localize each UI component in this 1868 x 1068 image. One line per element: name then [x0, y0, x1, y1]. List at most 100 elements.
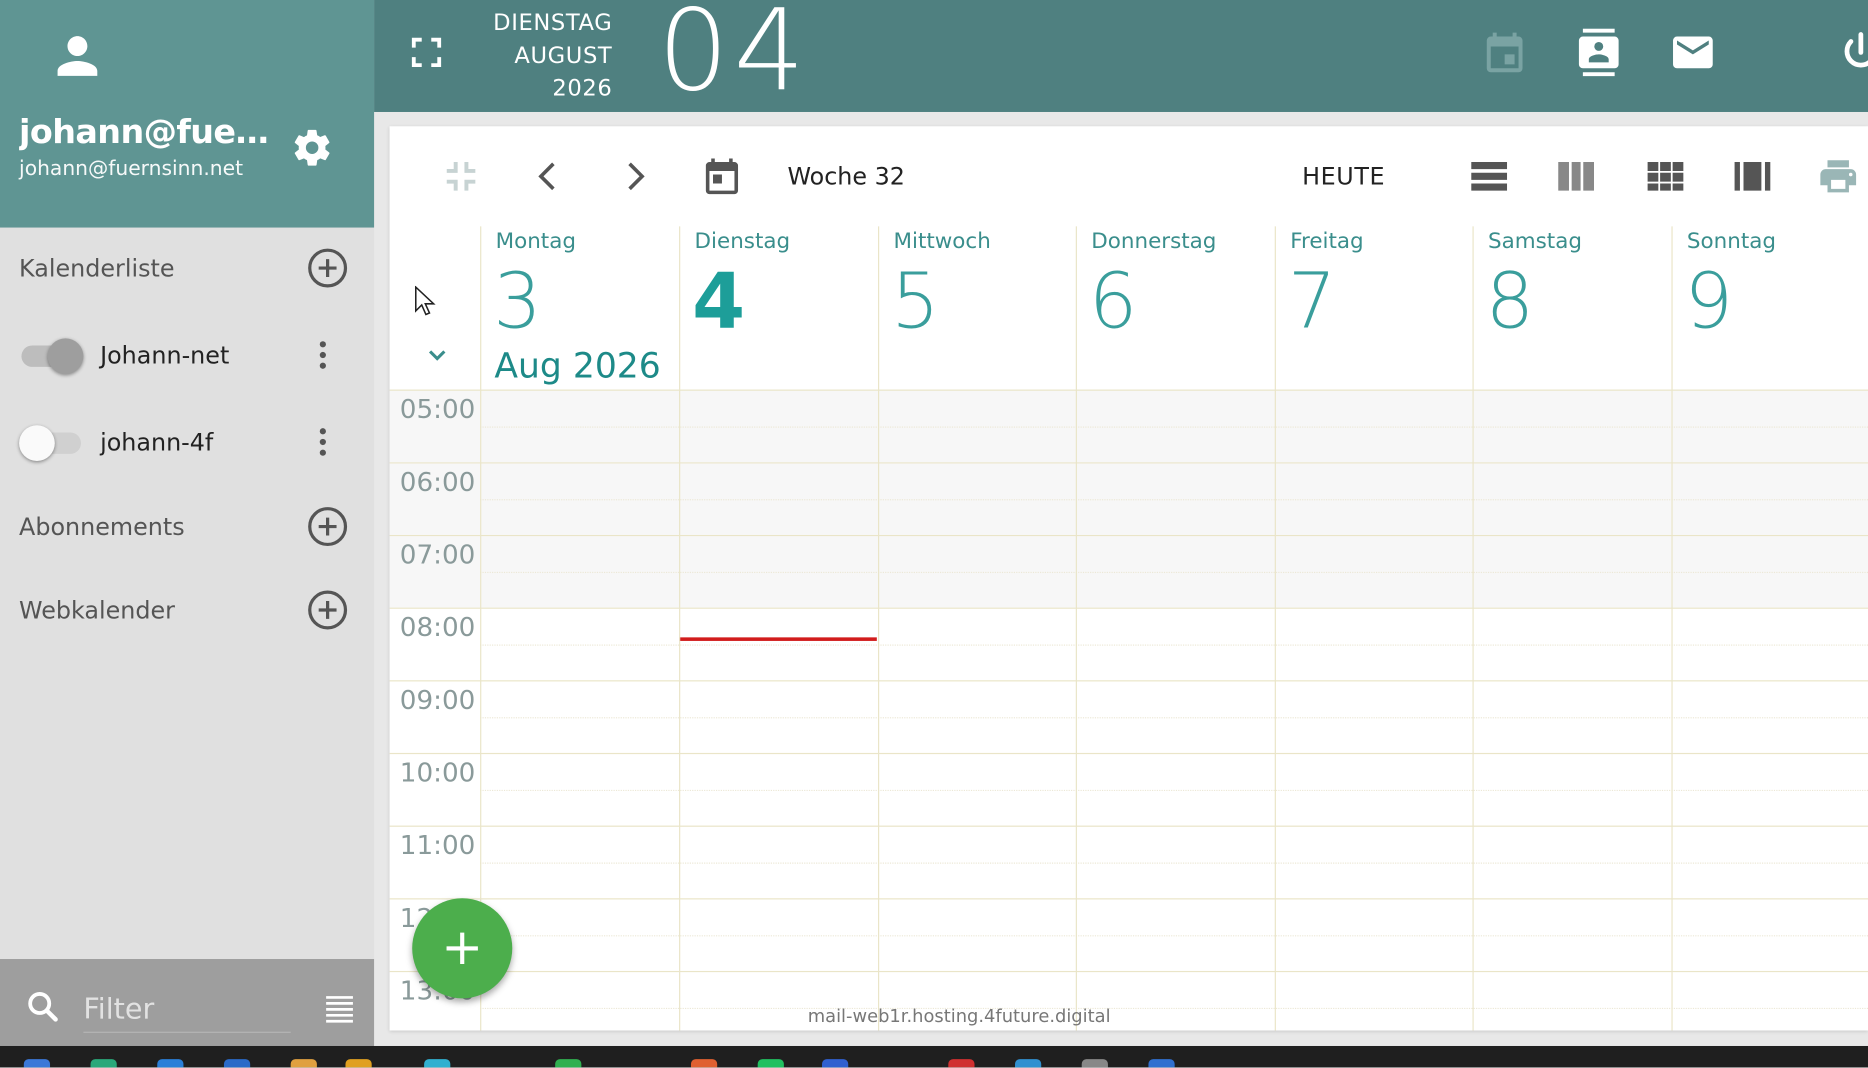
day-number: 6 — [1088, 258, 1138, 347]
taskbar-app-icon[interactable] — [555, 1059, 582, 1068]
day-column-line — [1075, 389, 1077, 1031]
power-icon[interactable] — [1837, 29, 1868, 77]
hour-row[interactable]: 09:00 — [389, 680, 1868, 753]
user-panel: johann@fuer... johann@fuernsinn.net — [0, 0, 375, 228]
current-day-number: 04 — [657, 0, 810, 117]
current-year: 2026 — [552, 75, 613, 102]
list-view-icon[interactable] — [1731, 155, 1774, 198]
taskbar-app-icon[interactable] — [345, 1059, 372, 1068]
taskbar-app-icon[interactable] — [1015, 1059, 1042, 1068]
taskbar — [0, 1045, 1868, 1068]
settings-gear-icon[interactable] — [291, 126, 334, 169]
taskbar-app-icon[interactable] — [822, 1059, 849, 1068]
next-week-icon[interactable] — [614, 155, 657, 198]
taskbar-app-icon[interactable] — [1081, 1059, 1108, 1068]
day-header-freitag[interactable]: Freitag 7 — [1274, 226, 1473, 390]
day-view-icon[interactable] — [1468, 155, 1511, 198]
user-avatar-icon[interactable] — [48, 26, 108, 86]
taskbar-app-icon[interactable] — [757, 1059, 784, 1068]
taskbar-app-icon[interactable] — [1148, 1059, 1175, 1068]
week-label: Woche 32 — [787, 162, 905, 191]
day-header-donnerstag[interactable]: Donnerstag 6 — [1075, 226, 1275, 390]
day-header-mittwoch[interactable]: Mittwoch 5 — [878, 226, 1076, 390]
top-bar: DIENSTAG AUGUST 2026 04 — [374, 0, 1868, 112]
calendar-icon[interactable] — [1481, 29, 1529, 77]
filter-input[interactable] — [83, 985, 291, 1033]
hour-label: 11:00 — [399, 831, 476, 862]
day-header-samstag[interactable]: Samstag 8 — [1472, 226, 1671, 390]
calendar-menu-icon[interactable] — [307, 334, 338, 377]
webcal-header: Webkalender — [0, 586, 374, 634]
day-header-sonntag[interactable]: Sonntag 9 — [1671, 226, 1868, 390]
print-icon[interactable] — [1817, 155, 1860, 198]
taskbar-app-icon[interactable] — [424, 1059, 451, 1068]
calendar-label: johann-4f — [100, 427, 214, 457]
month-view-icon[interactable] — [1644, 155, 1687, 198]
taskbar-app-icon[interactable] — [948, 1059, 975, 1068]
day-name: Samstag — [1487, 228, 1582, 254]
user-name: johann@fuer... — [19, 111, 276, 152]
day-number: 7 — [1287, 258, 1337, 347]
current-date-text: DIENSTAG AUGUST 2026 — [457, 7, 612, 105]
taskbar-app-icon[interactable] — [223, 1059, 251, 1068]
subscriptions-label: Abonnements — [19, 512, 185, 541]
contacts-icon[interactable] — [1575, 28, 1623, 77]
taskbar-app-icon[interactable] — [90, 1059, 117, 1068]
prev-week-icon[interactable] — [527, 155, 570, 198]
current-weekday: DIENSTAG — [493, 9, 613, 36]
mail-icon[interactable] — [1669, 29, 1717, 77]
taskbar-app-icon[interactable] — [157, 1059, 184, 1068]
calendar-toggle-johann-net[interactable] — [19, 337, 84, 375]
day-column-line — [1472, 389, 1474, 1031]
half-hour-line — [480, 789, 1868, 792]
week-view-icon[interactable] — [1555, 155, 1598, 198]
calendar-menu-icon[interactable] — [307, 421, 338, 464]
week-grid[interactable]: 13:0012:00 11:00 10:00 09:00 08:00 07:00 06:00… — [389, 389, 1868, 1031]
today-button[interactable]: HEUTE — [1302, 162, 1385, 191]
day-name: Sonntag — [1686, 228, 1777, 254]
day-header-dienstag[interactable]: Dienstag 4 — [679, 226, 878, 390]
day-name: Dienstag — [694, 228, 791, 254]
day-name: Freitag — [1290, 228, 1364, 254]
day-name: Donnerstag — [1091, 228, 1217, 254]
hour-label: 10:00 — [399, 758, 476, 789]
chevron-down-icon[interactable] — [421, 341, 454, 370]
fullscreen-icon[interactable] — [407, 33, 445, 71]
hour-row[interactable]: 13:00 — [389, 970, 1868, 1031]
calendar-toggle-johann-4f[interactable] — [19, 424, 83, 462]
calendar-item-johann-4f: johann-4f — [0, 418, 374, 466]
user-email: johann@fuernsinn.net — [19, 157, 244, 182]
day-column-line — [679, 389, 681, 1031]
hour-row[interactable]: 10:00 — [389, 752, 1868, 826]
hour-row[interactable]: 06:00 — [389, 462, 1868, 535]
day-number: 9 — [1684, 258, 1734, 347]
add-calendar-icon[interactable] — [306, 247, 349, 290]
day-number: 8 — [1485, 258, 1535, 347]
date-picker-icon[interactable] — [701, 155, 744, 198]
hour-row[interactable]: 08:00 — [389, 607, 1868, 681]
hour-label: 06:00 — [399, 468, 476, 498]
mouse-cursor-icon — [414, 285, 436, 316]
half-hour-line — [480, 571, 1868, 574]
taskbar-app-icon[interactable] — [690, 1059, 718, 1068]
hour-row[interactable]: 12:00 — [389, 898, 1868, 971]
taskbar-app-icon[interactable] — [290, 1059, 317, 1068]
add-subscription-icon[interactable] — [306, 505, 349, 548]
list-view-icon[interactable] — [322, 990, 358, 1026]
taskbar-app-icon[interactable] — [23, 1059, 51, 1068]
hour-row[interactable]: 07:00 — [389, 534, 1868, 608]
hour-row[interactable]: 05:00 — [389, 389, 1868, 463]
calendar-label: Johann-net — [100, 340, 230, 370]
subscriptions-header: Abonnements — [0, 503, 374, 551]
half-hour-line — [480, 426, 1868, 428]
app-root: johann@fuer... johann@fuernsinn.net Kale… — [0, 0, 1868, 1068]
plus-icon: + — [441, 917, 484, 976]
half-hour-line — [480, 499, 1868, 501]
half-hour-line — [480, 717, 1868, 719]
add-event-button[interactable]: + — [412, 898, 513, 999]
hour-row[interactable]: 11:00 — [389, 825, 1868, 899]
current-month: AUGUST — [514, 42, 613, 69]
collapse-icon[interactable] — [440, 155, 483, 198]
hour-label: 07:00 — [399, 540, 476, 571]
add-webcal-icon[interactable] — [306, 589, 349, 632]
